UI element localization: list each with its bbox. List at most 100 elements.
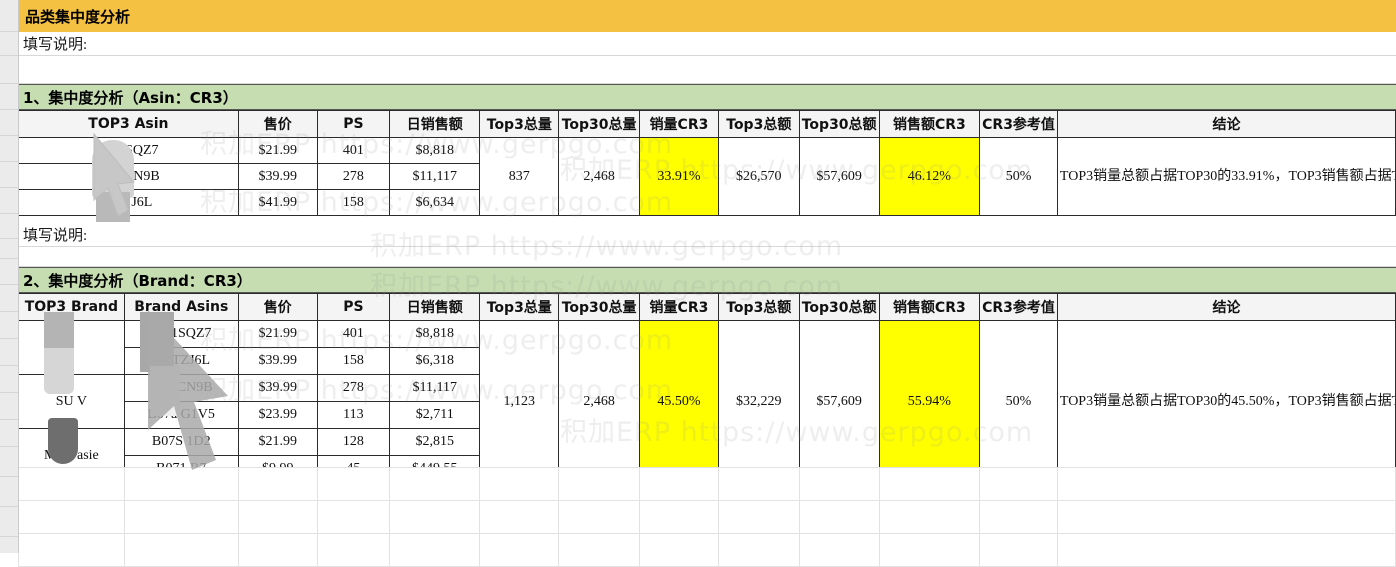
- empty-cell[interactable]: [479, 467, 560, 501]
- cell-qty-cr3[interactable]: 33.91%: [639, 137, 719, 216]
- empty-cell[interactable]: [389, 467, 481, 501]
- cell-cr3-ref[interactable]: 50%: [979, 137, 1058, 216]
- col-head-conclusion[interactable]: 结论: [1056, 293, 1396, 321]
- row-header-cell[interactable]: [0, 239, 18, 259]
- empty-cell[interactable]: [316, 500, 391, 534]
- table-row[interactable]: B0 1SQZ7 $21.99 401 $8,818 1,123 2,468 4…: [18, 320, 1396, 483]
- cell-daily-sales[interactable]: $2,815: [389, 428, 481, 456]
- col-head-top30-amt[interactable]: Top30总额: [798, 293, 880, 321]
- empty-cell[interactable]: [558, 500, 641, 534]
- row-header-cell[interactable]: [0, 0, 18, 32]
- table-row[interactable]: B0 1SQZ7 $21.99 401 $8,818 837 2,468 33.…: [18, 137, 1396, 216]
- cell-daily-sales[interactable]: $6,318: [389, 347, 481, 375]
- empty-cell[interactable]: [798, 500, 880, 534]
- cell-top3-qty[interactable]: 837: [479, 137, 560, 216]
- row-header-cell[interactable]: [0, 285, 18, 312]
- cell-amt-cr3[interactable]: 46.12%: [878, 137, 981, 216]
- cell-ps[interactable]: 278: [316, 163, 391, 190]
- row-header-cell[interactable]: [0, 393, 18, 420]
- cell-ps[interactable]: 113: [316, 401, 391, 429]
- empty-cell[interactable]: [878, 500, 981, 534]
- cell-price[interactable]: $41.99: [237, 189, 318, 216]
- empty-cell[interactable]: [717, 533, 800, 567]
- empty-grid-area[interactable]: [18, 467, 1396, 567]
- empty-cell[interactable]: [639, 500, 719, 534]
- cell-price[interactable]: $21.99: [237, 137, 318, 164]
- col-head-top30-amt[interactable]: Top30总额: [798, 110, 880, 138]
- cell-ps[interactable]: 401: [316, 320, 391, 348]
- cell-top30-qty[interactable]: 2,468: [558, 320, 641, 483]
- row-header-cell[interactable]: [0, 32, 18, 56]
- empty-cell[interactable]: [639, 533, 719, 567]
- empty-cell[interactable]: [979, 467, 1058, 501]
- empty-cell[interactable]: [237, 533, 318, 567]
- col-head-qty-cr3[interactable]: 销量CR3: [639, 110, 719, 138]
- cell-conclusion[interactable]: TOP3销量总额占据TOP30的45.50%，TOP3销售额占据TOP30的55…: [1056, 320, 1396, 483]
- cell-asin[interactable]: B0 TZJ6L: [123, 347, 239, 375]
- empty-cell[interactable]: [123, 500, 239, 534]
- row-header-cell[interactable]: [0, 447, 18, 477]
- col-head-ps[interactable]: PS: [316, 110, 391, 138]
- col-head-cr3-ref[interactable]: CR3参考值: [979, 293, 1058, 321]
- empty-cell[interactable]: [798, 467, 880, 501]
- cell-top30-amt[interactable]: $57,609: [798, 137, 880, 216]
- row-header-cell[interactable]: [0, 339, 18, 366]
- empty-cell[interactable]: [479, 533, 560, 567]
- cell-top30-amt[interactable]: $57,609: [798, 320, 880, 483]
- cell-asin[interactable]: B01 CN9B: [123, 374, 239, 402]
- cell-daily-sales[interactable]: $2,711: [389, 401, 481, 429]
- col-head-conclusion[interactable]: 结论: [1056, 110, 1396, 138]
- col-head-daily-sales[interactable]: 日销售额: [389, 110, 481, 138]
- cell-price[interactable]: $39.99: [237, 374, 318, 402]
- cell-asin[interactable]: B07 J6L: [18, 189, 239, 216]
- col-head-top3-qty[interactable]: Top3总量: [479, 110, 560, 138]
- row-header-cell[interactable]: [0, 162, 18, 188]
- cell-price[interactable]: $39.99: [237, 163, 318, 190]
- cell-brand[interactable]: SU V: [18, 374, 125, 429]
- cell-ps[interactable]: 158: [316, 347, 391, 375]
- row-header-cell[interactable]: [0, 110, 18, 136]
- empty-cell[interactable]: [18, 533, 125, 567]
- cell-asin[interactable]: B0 1SQZ7: [123, 320, 239, 348]
- row-header-cell[interactable]: [0, 477, 18, 507]
- row-header-cell[interactable]: [0, 259, 18, 285]
- row-header-cell[interactable]: [0, 366, 18, 393]
- row-header-cell[interactable]: [0, 56, 18, 84]
- col-head-top30-qty[interactable]: Top30总量: [558, 110, 641, 138]
- row-header-cell[interactable]: [0, 188, 18, 214]
- empty-cell[interactable]: [316, 533, 391, 567]
- col-head-price[interactable]: 售价: [237, 293, 318, 321]
- empty-cell[interactable]: [18, 500, 125, 534]
- row-header-cell[interactable]: [0, 136, 18, 162]
- row-header-cell[interactable]: [0, 214, 18, 239]
- empty-cell[interactable]: [798, 533, 880, 567]
- col-head-cr3-ref[interactable]: CR3参考值: [979, 110, 1058, 138]
- cell-daily-sales[interactable]: $11,117: [389, 163, 481, 190]
- cell-ps[interactable]: 158: [316, 189, 391, 216]
- empty-cell[interactable]: [479, 500, 560, 534]
- cell-asin[interactable]: B0 1SQZ7: [18, 137, 239, 164]
- row-header-cell[interactable]: [0, 507, 18, 537]
- cell-top3-amt[interactable]: $26,570: [717, 137, 800, 216]
- row-header-cell[interactable]: [0, 84, 18, 110]
- empty-cell[interactable]: [123, 533, 239, 567]
- cell-price[interactable]: $21.99: [237, 428, 318, 456]
- col-head-top3-amt[interactable]: Top3总额: [717, 110, 800, 138]
- col-head-ps[interactable]: PS: [316, 293, 391, 321]
- empty-cell[interactable]: [717, 467, 800, 501]
- empty-cell[interactable]: [237, 467, 318, 501]
- cell-asin[interactable]: B07S 1D2: [123, 428, 239, 456]
- empty-cell[interactable]: [1056, 467, 1396, 501]
- col-head-asin[interactable]: TOP3 Asin: [18, 110, 239, 138]
- cell-daily-sales[interactable]: $8,818: [389, 137, 481, 164]
- cell-top3-amt[interactable]: $32,229: [717, 320, 800, 483]
- col-head-price[interactable]: 售价: [237, 110, 318, 138]
- col-head-top3-qty[interactable]: Top3总量: [479, 293, 560, 321]
- empty-cell[interactable]: [878, 467, 981, 501]
- cell-conclusion[interactable]: TOP3销量总额占据TOP30的33.91%，TOP3销售额占据TOP30的46…: [1056, 137, 1396, 216]
- cell-ps[interactable]: 401: [316, 137, 391, 164]
- col-head-qty-cr3[interactable]: 销量CR3: [639, 293, 719, 321]
- empty-cell[interactable]: [979, 533, 1058, 567]
- cell-amt-cr3[interactable]: 55.94%: [878, 320, 981, 483]
- cell-daily-sales[interactable]: $8,818: [389, 320, 481, 348]
